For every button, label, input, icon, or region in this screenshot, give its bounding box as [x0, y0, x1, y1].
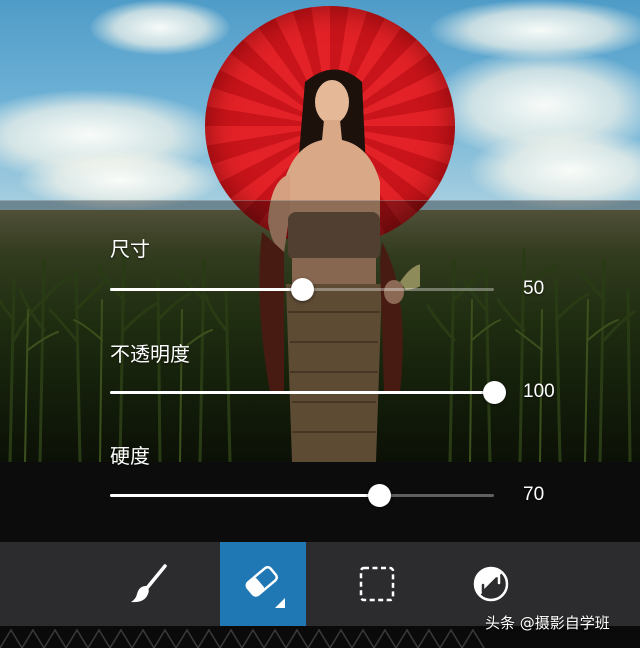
brush-tool[interactable] [106, 542, 192, 626]
hardness-value: 70 [523, 484, 545, 505]
opacity-value: 100 [523, 381, 555, 402]
brush-icon [131, 564, 167, 603]
size-slider[interactable] [110, 278, 494, 301]
dashed-square-icon [359, 566, 395, 602]
size-slider-fill [110, 288, 302, 291]
hardness-label: 硬度 [110, 444, 150, 468]
hardness-slider-fill [110, 494, 379, 497]
hardness-slider[interactable] [110, 484, 494, 507]
invert-circle-icon [473, 566, 509, 602]
eraser-tool[interactable] [220, 542, 306, 626]
opacity-label: 不透明度 [110, 342, 190, 366]
cloud [90, 0, 230, 55]
opacity-slider-thumb[interactable] [483, 381, 506, 404]
size-label: 尺寸 [110, 237, 150, 261]
eraser-icon [245, 565, 285, 608]
watermark-text: 头条 @摄影自学班 [485, 614, 610, 632]
opacity-slider-fill [110, 391, 494, 394]
size-slider-thumb[interactable] [291, 278, 314, 301]
selection-tool[interactable] [334, 542, 420, 626]
size-value: 50 [523, 278, 545, 299]
opacity-slider[interactable] [110, 381, 506, 404]
settings-overlay [0, 200, 640, 462]
hardness-slider-thumb[interactable] [367, 484, 391, 507]
